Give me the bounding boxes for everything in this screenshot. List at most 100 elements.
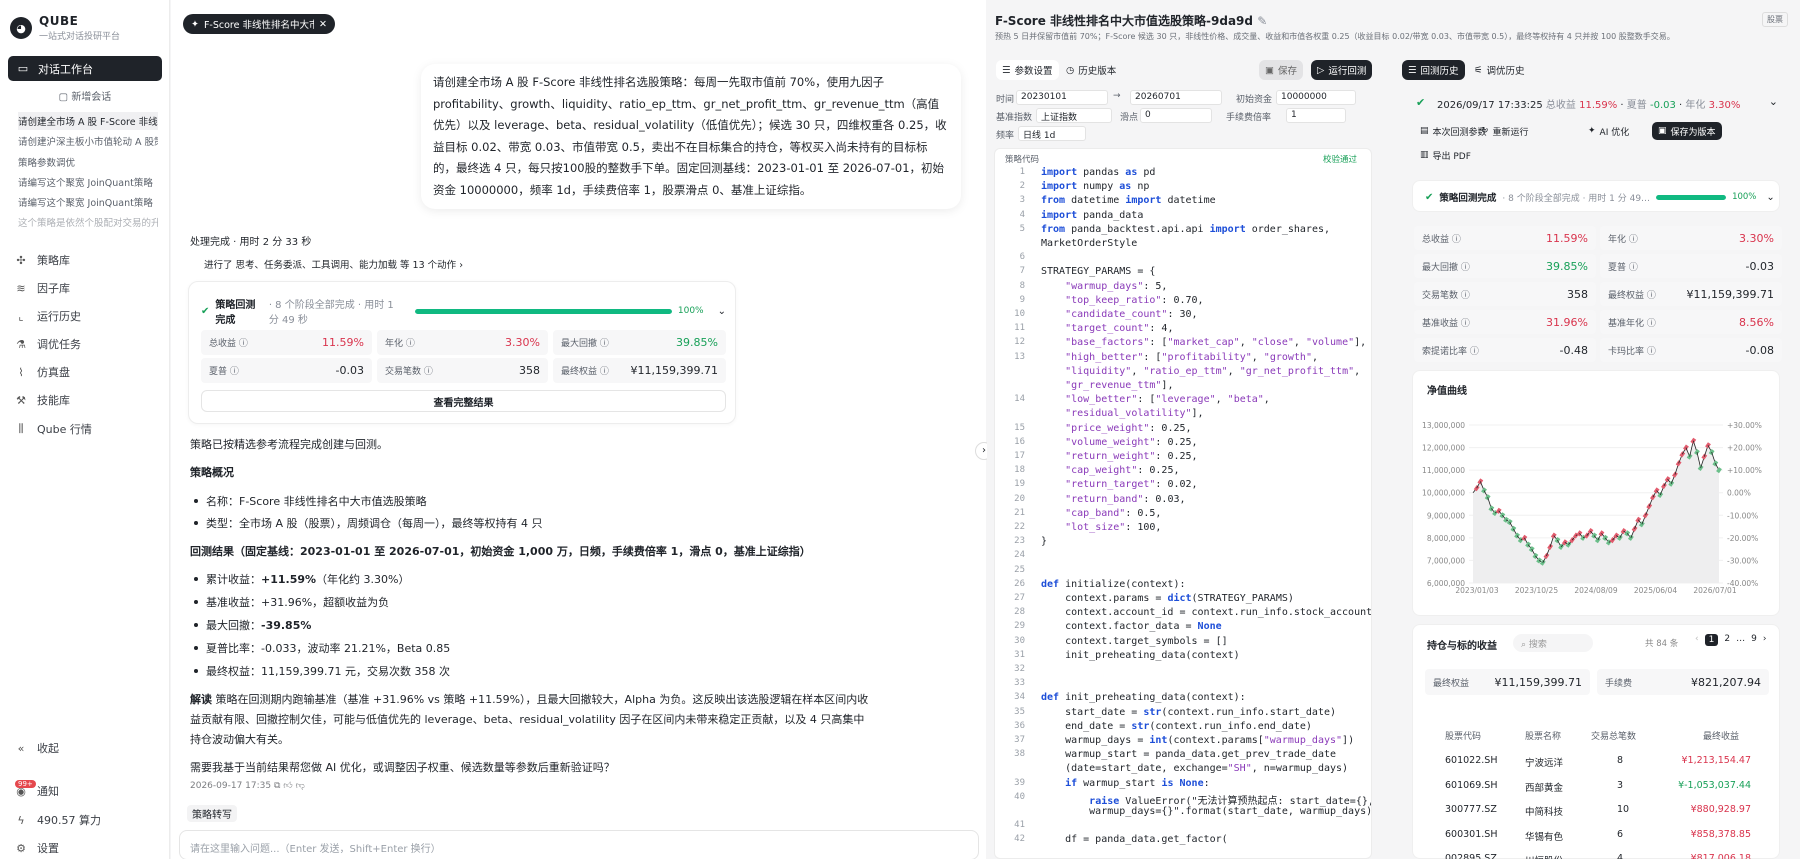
code-line: "low_better": ["leverage", "beta", [1065,394,1270,406]
refresh-icon: ↻ [1481,126,1489,136]
code-line: if warmup_start is None: [1065,777,1210,789]
sparkle-icon: ✦ [191,18,199,30]
nav-label: 策略库 [37,254,70,267]
line-number: 24 [1014,550,1025,561]
x-tick-label: 2024/08/09 [1574,586,1617,595]
prev-page-icon[interactable]: ‹ [1695,634,1699,646]
line-number: 13 [1014,351,1025,362]
chat-input[interactable]: 请在这里输入问题...（Enter 发送，Shift+Enter 换行） [179,830,979,859]
session-tab[interactable]: ✦ F-Score 非线性排名中大市值 ✕ [183,14,335,34]
thumbs-up-icon[interactable]: 👍︎ [283,781,292,791]
next-page-icon[interactable]: › [1763,634,1767,646]
chevron-down-icon[interactable]: ⌄ [1766,192,1774,203]
save-version-button[interactable]: ▣ 保存为版本 [1652,122,1722,140]
new-chat-button[interactable]: ▢ 新增会话 [8,88,162,103]
bullet: 名称：F-Score 非线性排名中大市值选股策略 [194,495,427,508]
table-cell: 中简科技 [1525,807,1564,818]
activity-summary[interactable]: 进行了 思考、任务委派、工具调用、能力加载 等 13 个动作 › [204,257,463,271]
save-button[interactable]: ▣ 保存 [1259,60,1303,80]
nav-tuning-tasks[interactable]: ⚗ 调优任务 [14,336,81,352]
table-cell: ¥-1,053,037.44 [1678,779,1751,791]
close-icon[interactable]: ✕ [319,19,327,30]
search-input[interactable]: ⌕ 搜索 [1513,634,1593,652]
search-icon: ⌕ [1521,640,1529,650]
chevron-down-icon: ⌄ [1768,95,1778,108]
card-subtitle: · 8 个阶段全部完成 · 用时 1 分 49 秒 [268,300,394,326]
metric-total-return: 总收益 ⓘ 11.59% [201,330,372,355]
tab-tuning-history[interactable]: ⚟ 调优历史 [1468,60,1531,80]
metric-value: ¥11,159,399.71 [1686,287,1774,301]
tab-params[interactable]: ☰ 参数设置 [996,60,1059,80]
line-number: 29 [1014,621,1025,632]
table-row[interactable]: 601069.SH 西部黄金 3 ¥-1,053,037.44 [1413,777,1781,797]
nav-market[interactable]: ⫼ Qube 行情 [14,421,91,437]
nav-paper-trading[interactable]: ⌇ 仿真盘 [14,364,70,380]
view-full-results-button[interactable]: 查看完整结果 [201,390,726,412]
code-line: "price_weight": 0.25, [1065,422,1192,434]
line-number: 31 [1014,649,1025,660]
column-header[interactable]: 股票名称 [1525,729,1561,742]
capital-input[interactable]: 10000000 [1276,90,1356,105]
tab-backtest-history[interactable]: ☰ 回测历史 [1402,60,1465,80]
tab-history-versions[interactable]: ◷ 历史版本 [1060,60,1122,80]
metric-annual: 年化 ⓘ 3.30% [377,330,548,355]
nav-workspace[interactable]: ▭ 对话工作台 [8,56,162,81]
freq-label: 频率 [996,131,1015,141]
line-number: 32 [1014,664,1025,674]
history-item[interactable]: 请编写这个聚宽 JoinQuant策略 [18,195,158,209]
y2-tick-label: -10.00% [1727,511,1758,520]
history-item[interactable]: 请创建全市场 A 股 F-Score 非线… [18,112,158,130]
nav-strategy-library[interactable]: ✣ 策略库 [14,252,70,268]
fee-input[interactable]: 1 [1286,108,1346,123]
session-tab-label: F-Score 非线性排名中大市值 [203,20,314,31]
table-row[interactable]: 601022.SH 宁波远洋 8 ¥1,213,154.47 [1413,752,1781,772]
table-cell: 宁波远洋 [1525,758,1564,769]
final-equity-box: 最终权益 ¥11,159,399.71 [1425,669,1590,695]
freq-select[interactable]: 日线 1d [1018,126,1086,141]
page-9[interactable]: 9 [1751,634,1757,646]
progress-pct: 100% [1732,192,1757,202]
rewrite-chip[interactable]: 策略转写 [187,805,237,822]
brand-title: QUBE [39,14,79,28]
equity-curve-chart[interactable]: 13,000,000 +30.00% 12,000,000 +20.00% 11,000… [1413,371,1781,617]
page-2[interactable]: 2 [1724,634,1730,646]
history-item[interactable]: 这个策略是依然个股配对交易的升级 [18,215,158,229]
rerun-button[interactable]: ↻ 重新运行 [1475,122,1535,140]
copy-icon[interactable]: ⧉ [274,781,280,791]
nav-skills[interactable]: ⚒ 技能库 [14,392,70,408]
x-tick-label: 2026/07/01 [1693,586,1736,595]
ai-optimize-button[interactable]: ✦ AI 优化 [1582,122,1635,140]
table-row[interactable]: 600301.SH 华锡有色 6 ¥858,378.85 [1413,826,1781,846]
bullet: 基准收益：+31.96%，超额收益为负 [193,596,390,609]
thumbs-down-icon[interactable]: 👎︎ [296,781,305,791]
table-row[interactable]: 300777.SZ 中简科技 10 ¥880,928.97 [1413,801,1781,821]
end-date-input[interactable]: 20260701 [1130,90,1222,105]
slippage-input[interactable]: 0 [1140,108,1212,123]
metric-box: 索提诺比率 ⓘ -0.48 [1414,338,1596,362]
brand[interactable]: ◕ QUBE 一站式对话投研平台 [10,14,120,42]
credits[interactable]: ϟ 490.57 算力 [14,812,101,828]
export-pdf-button[interactable]: ▥ 导出 PDF [1414,146,1477,164]
column-header[interactable]: 交易总笔数 [1591,729,1636,742]
run-selector[interactable]: ✔ 2026/09/17 17:33:25 总收益 11.59% · 夏普 -0… [1404,90,1782,114]
benchmark-select[interactable]: 上证指数 [1036,108,1112,123]
column-header[interactable]: 最终收益 [1703,729,1739,742]
history-item[interactable]: 请创建沪深主板小市值轮动 A 股策略 [18,134,158,148]
nav-label: 因子库 [37,282,70,295]
chevron-down-icon[interactable]: ⌄ [718,306,726,317]
code-editor[interactable]: 策略代码 校验通过 1 import pandas as pd 2 import nu… [994,148,1372,859]
edit-icon[interactable]: ✎ [1257,14,1267,28]
history-item[interactable]: 请编写这个聚宽 JoinQuant策略 [18,175,158,189]
start-date-input[interactable]: 20230101 [1016,90,1108,105]
plus-chat-icon: ▢ [58,92,72,103]
page-1[interactable]: 1 [1704,634,1719,646]
line-number: 26 [1014,578,1025,589]
history-item[interactable]: 策略参数调优 [18,155,158,169]
nav-factor-library[interactable]: ≋ 因子库 [14,280,70,296]
run-backtest-button[interactable]: ▷ 运行回测 [1311,60,1373,80]
nav-settings[interactable]: ⚙ 设置 [14,840,59,856]
table-row[interactable]: 002895.SZ 川恒股份 4 ¥817,006.18 [1413,850,1781,859]
collapse-button[interactable]: « 收起 [14,740,59,756]
nav-run-history[interactable]: ⌞ 运行历史 [14,308,81,324]
column-header[interactable]: 股票代码 [1445,729,1481,742]
